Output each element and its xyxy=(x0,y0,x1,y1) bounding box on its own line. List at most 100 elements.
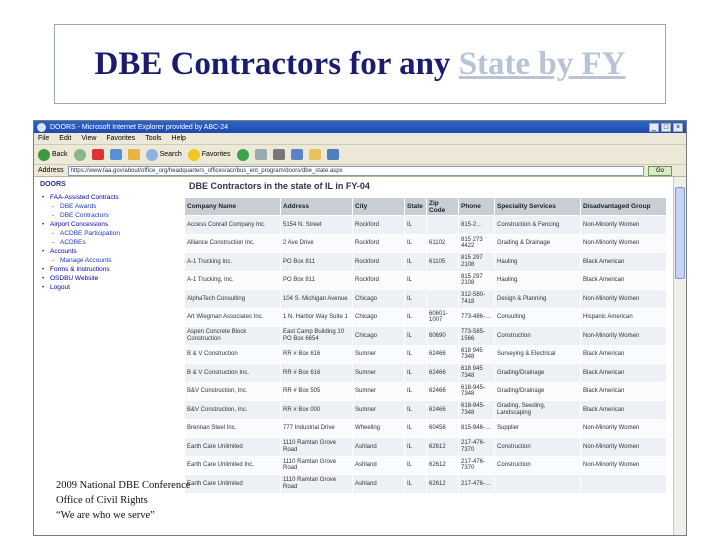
table-cell: IL xyxy=(404,326,427,346)
table-cell: Supplier xyxy=(494,418,581,438)
menu-edit[interactable]: Edit xyxy=(59,135,71,142)
title-text: DBE Contractors for any xyxy=(94,45,451,82)
table-cell: 61102 xyxy=(426,233,459,253)
scrollbar-thumb[interactable] xyxy=(675,187,685,279)
table-row[interactable]: AlphaTech Consulting 104 S. Michigan Aven… xyxy=(184,289,667,309)
menu-file[interactable]: File xyxy=(38,135,49,142)
nav-item[interactable]: Forms & Instructions xyxy=(42,266,180,273)
table-cell: Sumner xyxy=(352,381,405,401)
table-cell xyxy=(494,474,581,494)
table-row[interactable]: Art Wiegman Associates Inc. 1 N. Harbor W… xyxy=(184,307,667,327)
menu-help[interactable]: Help xyxy=(172,135,186,142)
table-cell xyxy=(426,270,459,290)
table-cell: Construction xyxy=(494,437,581,457)
print-icon[interactable] xyxy=(272,149,285,160)
search-button[interactable]: Search xyxy=(145,148,182,161)
table-cell: B&V Construction, Inc. xyxy=(184,400,281,420)
table-cell: Grading & Drainage xyxy=(494,233,581,253)
nav-item[interactable]: Manage Accounts xyxy=(52,257,180,264)
forward-arrow-icon xyxy=(73,148,86,161)
table-cell: Earth Care Unlimited xyxy=(184,474,281,494)
table-cell: East Camp Building 10 PO Box 6654 xyxy=(280,326,353,346)
table-cell: 60456 xyxy=(426,418,459,438)
menu-tools[interactable]: Tools xyxy=(145,135,161,142)
table-cell: IL xyxy=(404,215,427,235)
nav-item[interactable]: DBE Awards xyxy=(52,203,180,210)
table-cell: IL xyxy=(404,474,427,494)
table-row[interactable]: B & V Construction Inc. RR # Box 616 Sumne… xyxy=(184,363,667,383)
contractors-table: Company Name Address City State Zip Code Phon… xyxy=(184,197,667,494)
table-row[interactable]: Earth Care Unlimited 1110 Ramtan Grove Ro… xyxy=(184,437,667,457)
table-cell: IL xyxy=(404,455,427,475)
forward-button[interactable] xyxy=(73,148,86,161)
home-icon[interactable] xyxy=(127,149,140,160)
table-cell: 60690 xyxy=(426,326,459,346)
table-cell: B & V Construction Inc. xyxy=(184,363,281,383)
table-cell: 62612 xyxy=(426,437,459,457)
history-icon[interactable] xyxy=(236,148,249,161)
nav-item[interactable]: Accounts xyxy=(42,248,180,255)
minimize-button[interactable]: _ xyxy=(649,122,659,132)
go-button[interactable]: Go xyxy=(648,165,672,176)
table-cell: 217-476-… xyxy=(458,474,495,494)
table-cell: IL xyxy=(404,307,427,327)
table-cell: 61105 xyxy=(426,252,459,272)
menu-favorites[interactable]: Favorites xyxy=(106,135,135,142)
stop-icon[interactable] xyxy=(91,149,104,160)
search-icon xyxy=(145,148,158,161)
folder-icon[interactable] xyxy=(308,149,321,160)
close-button[interactable]: × xyxy=(673,122,683,132)
table-cell: 773-585-1566 xyxy=(458,326,495,346)
favorites-label: Favorites xyxy=(201,151,231,158)
table-cell: Grading/Drainage xyxy=(494,381,581,401)
table-cell: Non-Minority Women xyxy=(580,326,667,346)
nav-item[interactable]: DBE Contractors xyxy=(52,212,180,219)
slide-footer: 2009 National DBE Conference Office of C… xyxy=(56,478,190,523)
nav-item[interactable]: FAA-Assisted Contracts xyxy=(42,194,180,201)
table-cell: Non-Minority Women xyxy=(580,455,667,475)
maximize-button[interactable]: □ xyxy=(661,122,671,132)
table-cell: PO Box 811 xyxy=(280,252,353,272)
table-row[interactable]: Alliance Construction Inc. 2 Ave Drive Roc… xyxy=(184,233,667,253)
nav-item[interactable]: ACDBE Participation xyxy=(52,230,180,237)
nav-item[interactable]: OSDBU Website xyxy=(42,275,180,282)
messenger-icon[interactable] xyxy=(326,149,339,160)
table-cell: RR # Box 505 xyxy=(280,381,353,401)
table-row[interactable]: A-1 Trucking Inc. PO Box 811 Rockford IL 611… xyxy=(184,252,667,272)
vertical-scrollbar[interactable] xyxy=(673,177,686,535)
title-link[interactable]: State by FY xyxy=(459,46,626,82)
table-cell: Black American xyxy=(580,344,667,364)
table-cell: Wheeling xyxy=(352,418,405,438)
table-cell: Sumner xyxy=(352,363,405,383)
table-row[interactable]: Earth Care Unlimited Inc. 1110 Ramtan Gro… xyxy=(184,455,667,475)
table-cell: 1110 Ramtan Grove Road xyxy=(280,474,353,494)
favorites-button[interactable]: Favorites xyxy=(187,148,231,161)
column-header: State xyxy=(404,197,427,216)
star-icon xyxy=(187,148,200,161)
footer-line: “We are who we serve” xyxy=(56,510,155,521)
refresh-icon[interactable] xyxy=(109,149,122,160)
table-cell: Hispanic American xyxy=(580,307,667,327)
table-cell: IL xyxy=(404,344,427,364)
table-row[interactable]: Access Conrail Company Inc. 5154 N. Stree… xyxy=(184,215,667,235)
nav-item[interactable]: ACDBEs xyxy=(52,239,180,246)
table-cell: Construction xyxy=(494,326,581,346)
table-cell: Non-Minority Women xyxy=(580,215,667,235)
table-cell: Non-Minority Women xyxy=(580,289,667,309)
nav-item[interactable]: Airport Concessions xyxy=(42,221,180,228)
mail-icon[interactable] xyxy=(254,149,267,160)
menu-view[interactable]: View xyxy=(81,135,96,142)
table-cell: A-1 Trucking Inc. xyxy=(184,252,281,272)
table-cell: 1110 Ramtan Grove Road xyxy=(280,437,353,457)
edit-icon[interactable] xyxy=(290,149,303,160)
table-row[interactable]: Aspen Concrete Block Construction East Ca… xyxy=(184,326,667,346)
table-row[interactable]: B&V Construction, Inc. RR # Box 505 Sumner… xyxy=(184,381,667,401)
table-row[interactable]: Earth Care Unlimited 1110 Ramtan Grove Ro… xyxy=(184,474,667,494)
table-row[interactable]: B & V Construction RR # Box 616 Sumner IL 62… xyxy=(184,344,667,364)
address-input[interactable]: https://www.faa.gov/about/office_org/hea… xyxy=(67,165,644,176)
table-row[interactable]: Brennan Steel Inc. 777 Industrial Drive Wh… xyxy=(184,418,667,438)
nav-item[interactable]: Logout xyxy=(42,284,180,291)
table-row[interactable]: B&V Construction, Inc. RR # Box 000 Sumner… xyxy=(184,400,667,420)
back-button[interactable]: Back xyxy=(38,148,68,161)
table-row[interactable]: A-1 Trucking, Inc. PO Box 811 Rockford IL 81… xyxy=(184,270,667,290)
